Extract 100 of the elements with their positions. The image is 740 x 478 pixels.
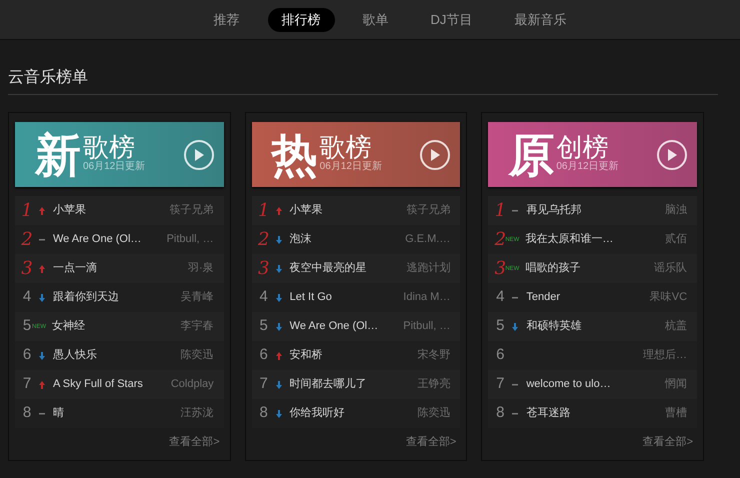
up-arrow-icon bbox=[276, 206, 282, 214]
song-row[interactable]: 1 小苹果 筷子兄弟 bbox=[15, 196, 224, 225]
song-title[interactable]: 夜空中最亮的星 bbox=[290, 260, 367, 277]
song-title[interactable]: We Are One (Ol… bbox=[290, 318, 378, 335]
song-title[interactable]: A Sky Full of Stars bbox=[53, 376, 143, 393]
banner-title: 歌榜 bbox=[83, 132, 135, 162]
rank-number: 1 bbox=[494, 199, 506, 223]
play-button[interactable] bbox=[420, 140, 450, 170]
song-title[interactable]: 再见乌托邦 bbox=[526, 202, 582, 219]
song-row[interactable]: 5 We Are One (Ol… Pitbull, … bbox=[252, 312, 460, 341]
update-date: 06月12日更新 bbox=[556, 162, 619, 172]
rank-number: 4 bbox=[22, 287, 32, 308]
up-arrow-icon bbox=[39, 264, 45, 272]
rank-number: 6 bbox=[495, 345, 506, 366]
song-title[interactable]: Let It Go bbox=[290, 289, 332, 306]
section-title: 云音乐榜单 bbox=[8, 69, 88, 86]
banner-title: 歌榜 bbox=[320, 132, 372, 162]
rank-number: 7 bbox=[22, 374, 32, 394]
song-title[interactable]: 女神经 bbox=[52, 318, 85, 335]
banner-title: 创榜 bbox=[556, 132, 608, 162]
view-all-link[interactable]: 查看全部> bbox=[169, 434, 220, 450]
update-date: 06月12日更新 bbox=[83, 162, 146, 172]
song-title[interactable]: 苍耳迷路 bbox=[526, 405, 570, 422]
up-arrow-icon bbox=[276, 352, 282, 360]
down-arrow-icon bbox=[276, 410, 282, 418]
down-arrow-icon bbox=[276, 294, 282, 302]
song-title[interactable]: We Are One (Ol… bbox=[53, 231, 142, 248]
song-title[interactable]: 你给我听好 bbox=[290, 405, 345, 422]
song-title[interactable]: 晴 bbox=[53, 405, 64, 422]
song-title[interactable]: 小苹果 bbox=[53, 202, 86, 219]
song-row[interactable]: 1 小苹果 筷子兄弟 bbox=[252, 196, 460, 225]
up-arrow-icon bbox=[39, 206, 45, 214]
song-title[interactable]: 时间都去哪儿了 bbox=[290, 376, 367, 393]
rank-number: 2 bbox=[494, 228, 506, 252]
down-arrow-icon bbox=[276, 236, 282, 244]
song-title[interactable]: 泡沫 bbox=[290, 231, 312, 248]
song-title[interactable]: Tender bbox=[526, 289, 560, 306]
rank-number: 7 bbox=[258, 374, 269, 394]
dash-icon bbox=[512, 296, 518, 298]
rank-number: 4 bbox=[495, 287, 506, 308]
play-icon bbox=[194, 148, 204, 160]
nav-tab[interactable]: DJ节目 bbox=[416, 8, 486, 32]
song-row[interactable]: 5 和硕特英雄 杭盖 bbox=[488, 312, 698, 341]
view-all-link[interactable]: 查看全部> bbox=[642, 434, 694, 450]
rank-number: 2 bbox=[258, 228, 270, 252]
rank-number: 7 bbox=[495, 374, 506, 394]
play-button[interactable] bbox=[657, 140, 688, 170]
rank-number: 3 bbox=[21, 257, 33, 281]
rank-number: 5 bbox=[495, 316, 506, 336]
song-row[interactable]: 7 时间都去哪儿了 王铮亮 bbox=[252, 370, 460, 399]
song-row[interactable]: 3 夜空中最亮的星 逃跑计划 bbox=[252, 254, 460, 283]
dash-icon bbox=[39, 238, 45, 240]
song-title[interactable]: 和硕特英雄 bbox=[526, 318, 582, 335]
banner-big-character: 热 bbox=[272, 132, 318, 178]
down-arrow-icon bbox=[512, 322, 518, 330]
down-arrow-icon bbox=[276, 380, 282, 388]
song-title[interactable]: 愚人快乐 bbox=[53, 347, 97, 364]
song-title[interactable]: 唱歌的孩子 bbox=[525, 260, 580, 277]
down-arrow-icon bbox=[39, 294, 45, 302]
banner-big-character: 原 bbox=[508, 132, 554, 178]
down-arrow-icon bbox=[276, 322, 282, 330]
banner-big-character: 新 bbox=[35, 132, 81, 178]
rank-number: 5 bbox=[258, 316, 269, 336]
dash-icon bbox=[512, 384, 518, 386]
rank-number: 8 bbox=[258, 403, 269, 424]
song-row[interactable]: 7 welcome to ulo… 惘闻 bbox=[488, 370, 698, 399]
rank-number: 8 bbox=[22, 403, 32, 424]
dash-icon bbox=[512, 412, 518, 414]
nav-tab[interactable]: 歌单 bbox=[348, 8, 403, 32]
song-row[interactable]: 1 再见乌托邦 脑浊 bbox=[488, 196, 698, 225]
rank-number: 2 bbox=[21, 228, 33, 252]
view-all-link[interactable]: 查看全部> bbox=[406, 434, 456, 450]
update-date: 06月12日更新 bbox=[320, 162, 382, 172]
down-arrow-icon bbox=[276, 264, 282, 272]
song-title[interactable]: 我在太原和谁一… bbox=[525, 231, 614, 248]
rank-number: 3 bbox=[494, 257, 506, 281]
song-title[interactable]: 小苹果 bbox=[290, 202, 323, 219]
dash-icon bbox=[39, 412, 45, 414]
nav-tab[interactable]: 推荐 bbox=[200, 8, 254, 32]
song-row[interactable]: 7 A Sky Full of Stars Coldplay bbox=[15, 370, 224, 399]
rank-number: 6 bbox=[22, 345, 32, 366]
song-title[interactable]: 安和桥 bbox=[290, 347, 323, 364]
rank-number: 8 bbox=[495, 403, 506, 424]
play-button[interactable] bbox=[184, 140, 214, 170]
song-title[interactable]: welcome to ulo… bbox=[526, 376, 611, 393]
rank-number: 3 bbox=[258, 257, 270, 281]
rank-number: 1 bbox=[21, 199, 33, 223]
up-arrow-icon bbox=[39, 380, 45, 388]
song-title[interactable]: 一点一滴 bbox=[53, 260, 97, 277]
play-icon bbox=[667, 148, 678, 160]
down-arrow-icon bbox=[39, 352, 45, 360]
dash-icon bbox=[512, 210, 518, 212]
rank-number: 5 bbox=[22, 316, 32, 336]
song-row[interactable]: 3 一点一滴 羽·泉 bbox=[15, 254, 224, 283]
nav-tab[interactable]: 最新音乐 bbox=[500, 8, 580, 32]
rank-number: 1 bbox=[258, 199, 270, 223]
nav-tab[interactable]: 排行榜 bbox=[268, 8, 335, 32]
rank-number: 4 bbox=[258, 287, 269, 308]
song-title[interactable]: 跟着你到天边 bbox=[53, 289, 119, 306]
play-icon bbox=[430, 148, 440, 160]
